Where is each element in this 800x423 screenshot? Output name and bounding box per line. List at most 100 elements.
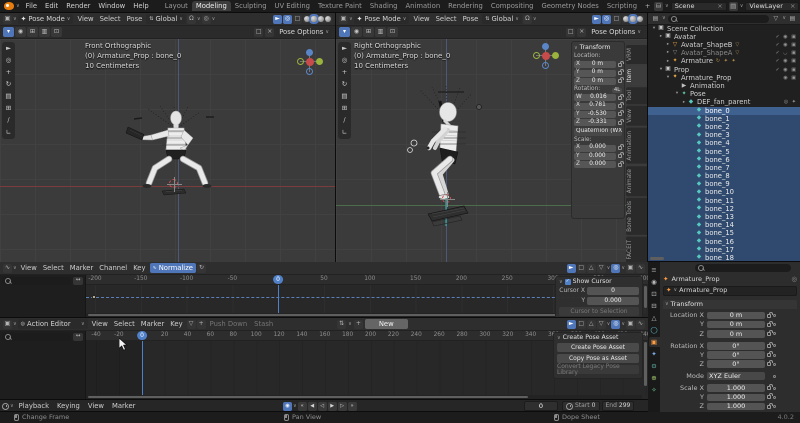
- relative-mirror-icon[interactable]: [577, 28, 586, 37]
- location-row[interactable]: Y0 m: [574, 69, 622, 76]
- row-visibility-icons[interactable]: ✓ ◉ ▣: [776, 68, 800, 73]
- workspace-tab[interactable]: Geometry Nodes: [537, 1, 602, 12]
- topbar-menu-item[interactable]: File: [22, 3, 41, 10]
- scene-name-field[interactable]: Scene: [671, 2, 727, 11]
- jump-start-button[interactable]: «: [298, 402, 307, 411]
- outliner-row[interactable]: ◆ bone_16: [648, 238, 800, 246]
- outliner-row[interactable]: ◆ bone_18: [648, 254, 800, 261]
- pose-options-dropdown[interactable]: Pose Options∨: [588, 27, 644, 37]
- viewport-tool-button[interactable]: ◎: [339, 55, 350, 66]
- timeline-menu-item[interactable]: View: [84, 403, 108, 410]
- action-filter-icon[interactable]: [337, 320, 346, 329]
- viewport-front-canvas[interactable]: ►◎+↻▤⊞∕∟ Front Orthographic (0) Armature…: [0, 39, 335, 262]
- lock-icon[interactable]: [618, 121, 622, 125]
- row-visibility-icons[interactable]: ✓ ◉ ▣: [776, 59, 800, 64]
- workspace-tab[interactable]: Compositing: [487, 1, 538, 12]
- viewport-menu-item[interactable]: View: [410, 16, 432, 23]
- pivot-icon[interactable]: [626, 264, 635, 273]
- workspace-tab[interactable]: Rendering: [444, 1, 487, 12]
- rotation-row[interactable]: Y-0.530: [574, 111, 622, 118]
- transform-row[interactable]: Y 1.000: [663, 393, 797, 401]
- graph-menu-item[interactable]: Key: [130, 265, 148, 272]
- viewport-tool-button[interactable]: ∕: [3, 115, 14, 126]
- editor-type-icon[interactable]: [3, 320, 12, 329]
- transform-row[interactable]: Mode XYZ Euler: [663, 372, 797, 380]
- lock-icon[interactable]: [767, 332, 771, 336]
- n-panel-tab[interactable]: Animate: [626, 166, 647, 196]
- timeline-menu-item[interactable]: Keying: [53, 403, 84, 410]
- properties-tab-icon[interactable]: ⊙: [649, 361, 660, 371]
- outliner-search-input[interactable]: [668, 15, 770, 23]
- lock-icon[interactable]: [618, 163, 622, 167]
- add-action-icon[interactable]: [197, 320, 206, 329]
- add-workspace-button[interactable]: +: [643, 2, 652, 11]
- viewport-tool-button[interactable]: ∟: [3, 127, 14, 138]
- n-panel-tab[interactable]: View: [626, 106, 647, 126]
- auto-normalize-icon[interactable]: [197, 264, 206, 273]
- viewport-tool-button[interactable]: ∟: [339, 127, 350, 138]
- tool-settings-icon[interactable]: ⊡: [387, 27, 398, 37]
- scale-row[interactable]: X0.000: [574, 144, 622, 151]
- lock-icon[interactable]: [618, 112, 622, 116]
- next-keyframe-button[interactable]: ▷: [338, 402, 347, 411]
- viewport-tool-button[interactable]: ►: [339, 43, 350, 54]
- properties-tab-icon[interactable]: ◯: [649, 325, 660, 335]
- scale-row[interactable]: Z0.000: [574, 161, 622, 168]
- transform-row[interactable]: Z 0°: [663, 360, 797, 368]
- dope-mode-dropdown[interactable]: Action Editor∨: [18, 319, 88, 329]
- auto-keying-button[interactable]: ◉: [283, 402, 292, 411]
- rotation-row[interactable]: X0.781: [574, 102, 622, 109]
- viewport-menu-item[interactable]: Pose: [460, 16, 482, 23]
- viewport-tool-button[interactable]: ∕: [339, 115, 350, 126]
- viewport-tool-button[interactable]: ►: [3, 43, 14, 54]
- viewport-tool-button[interactable]: ↻: [339, 79, 350, 90]
- pose-asset-button[interactable]: Copy Pose as Asset: [557, 354, 639, 363]
- transform-row[interactable]: Y 0°: [663, 351, 797, 359]
- tweak-tool-icon[interactable]: [567, 264, 576, 273]
- animate-dot-icon[interactable]: [773, 332, 776, 335]
- lock-icon[interactable]: [767, 386, 771, 390]
- pose-asset-button[interactable]: Convert Legacy Pose Library: [557, 365, 639, 374]
- viewport-tool-button[interactable]: +: [339, 67, 350, 78]
- pose-asset-button[interactable]: Create Pose Asset: [557, 343, 639, 352]
- navigation-gizmo[interactable]: [297, 49, 323, 75]
- lock-icon[interactable]: [767, 405, 771, 409]
- viewport-right-canvas[interactable]: ►◎+↻▤⊞∕∟ Right Orthographic (0) Armature…: [336, 39, 647, 262]
- outliner-row[interactable]: ▾ ▣ Scene Collection: [648, 25, 800, 33]
- topbar-menu-item[interactable]: Help: [129, 3, 153, 10]
- rendered-shading-icon[interactable]: [325, 16, 331, 22]
- viewport-menu-item[interactable]: Pose: [124, 16, 146, 23]
- graph-vscrollbar[interactable]: [644, 286, 647, 308]
- lock-icon[interactable]: [767, 314, 771, 318]
- overlays-toggle-icon[interactable]: [283, 15, 292, 24]
- overlays-toggle-icon[interactable]: [602, 15, 611, 24]
- workspace-tab[interactable]: Scripting: [603, 1, 641, 12]
- viewport-tool-button[interactable]: ⊞: [339, 103, 350, 114]
- select-box-icon[interactable]: [577, 320, 586, 329]
- viewport-tool-button[interactable]: ◎: [3, 55, 14, 66]
- transform-row[interactable]: Location X 0 m: [663, 312, 797, 320]
- graph-menu-item[interactable]: Marker: [67, 265, 97, 272]
- blender-logo-icon[interactable]: [4, 2, 14, 10]
- graph-menu-item[interactable]: View: [18, 265, 40, 272]
- row-visibility-icons[interactable]: ✓ ◉ ▣: [776, 43, 800, 48]
- snap-icon[interactable]: [626, 320, 635, 329]
- workspace-tab[interactable]: Texture Paint: [314, 1, 366, 12]
- start-frame-field[interactable]: Start0: [562, 401, 600, 411]
- play-reverse-button[interactable]: ◁: [318, 402, 327, 411]
- properties-tab-icon[interactable]: ✧: [649, 385, 660, 395]
- keyframe-point[interactable]: [92, 295, 96, 299]
- channel-search-input[interactable]: [2, 277, 71, 285]
- browse-action-icon[interactable]: [187, 320, 196, 329]
- viewport-tool-button[interactable]: ▤: [339, 91, 350, 102]
- transform-row[interactable]: Z 0 m: [663, 330, 797, 338]
- properties-tab-icon[interactable]: ⊡: [649, 289, 660, 299]
- editor-type-icon[interactable]: [339, 15, 348, 24]
- workspace-tab[interactable]: UV Editing: [271, 1, 314, 12]
- new-action-plus-icon[interactable]: [354, 320, 363, 329]
- animate-dot-icon[interactable]: [773, 323, 776, 326]
- mirror-x-icon[interactable]: [566, 28, 575, 37]
- material-shading-icon[interactable]: [637, 16, 643, 22]
- display-mode-icon[interactable]: [651, 14, 660, 23]
- n-panel-tab[interactable]: Tool: [626, 87, 647, 104]
